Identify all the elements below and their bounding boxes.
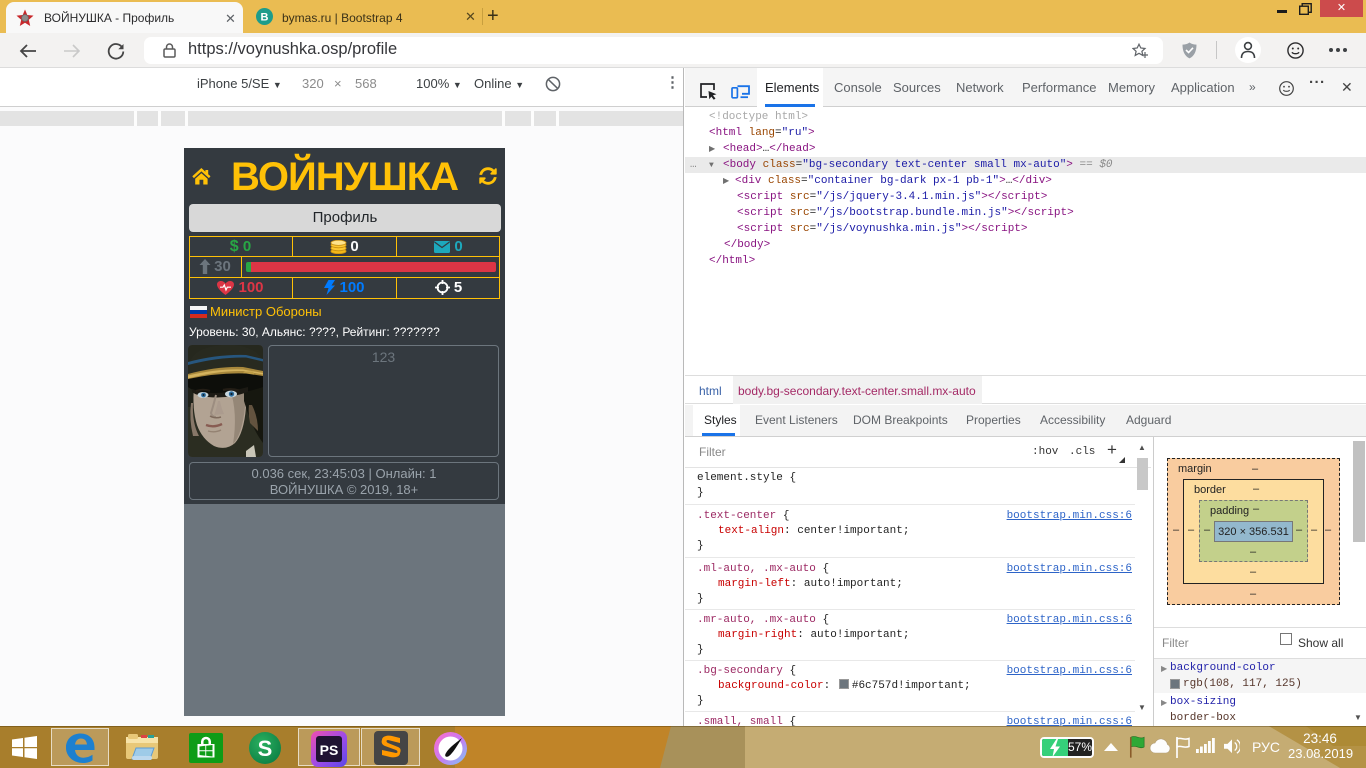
svg-text:B: B (261, 12, 269, 24)
svg-text:S: S (258, 736, 273, 761)
svg-text:PS: PS (320, 742, 339, 758)
